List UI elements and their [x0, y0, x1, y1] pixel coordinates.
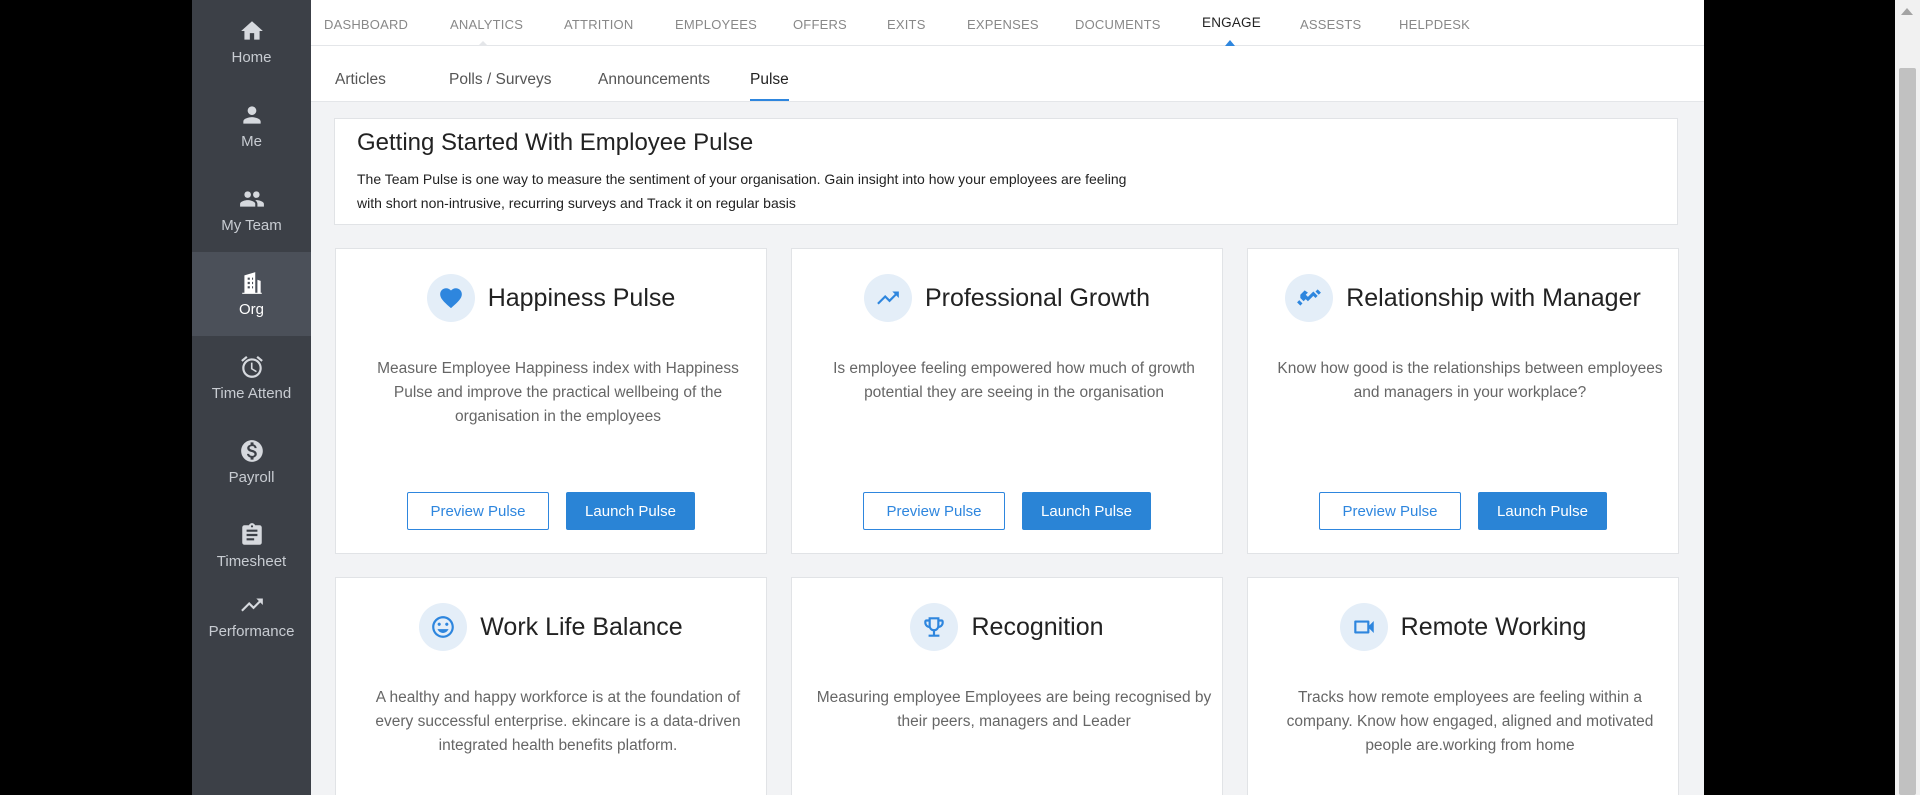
intro-panel: Getting Started With Employee Pulse The …	[334, 118, 1678, 225]
sidebar-item-label: My Team	[221, 217, 282, 234]
card-icon-badge	[426, 274, 475, 322]
sidebar-item-time-attend[interactable]: Time Attend	[192, 336, 311, 420]
launch-pulse-button[interactable]: Launch Pulse	[1478, 492, 1607, 530]
alarm-clock-icon	[240, 355, 263, 378]
pulse-card-work-life-balance: Work Life Balance A healthy and happy wo…	[335, 577, 767, 795]
smiley-icon	[432, 616, 455, 638]
tab-assests[interactable]: ASSESTS	[1300, 0, 1361, 45]
sidebar-item-label: Home	[231, 49, 272, 66]
sidebar-item-label: Time Attend	[211, 385, 292, 402]
subtab-pulse[interactable]: Pulse	[750, 46, 789, 101]
subtab-polls-surveys[interactable]: Polls / Surveys	[449, 46, 552, 101]
tab-expenses[interactable]: EXPENSES	[967, 0, 1039, 45]
card-icon-badge	[419, 603, 468, 651]
intro-line-1: The Team Pulse is one way to measure the…	[357, 171, 1127, 187]
intro-description: The Team Pulse is one way to measure the…	[357, 167, 1177, 215]
intro-title: Getting Started With Employee Pulse	[357, 129, 754, 156]
sidebar-item-payroll[interactable]: Payroll	[192, 420, 311, 504]
card-description: Is employee feeling empowered how much o…	[833, 360, 1195, 401]
tab-employees[interactable]: EMPLOYEES	[675, 0, 757, 45]
sidebar-item-label: Timesheet	[216, 553, 287, 570]
card-header: Remote Working	[1248, 603, 1678, 651]
tab-label: ANALYTICS	[450, 17, 524, 32]
pulse-card-recognition: Recognition Measuring employee Employees…	[791, 577, 1223, 795]
card-title: Recognition	[971, 612, 1104, 641]
main-content: DASHBOARD ANALYTICS ATTRITION EMPLOYEES …	[311, 0, 1704, 795]
video-camera-icon	[1353, 620, 1374, 634]
dollar-icon	[240, 440, 263, 462]
pulse-card-professional-growth: Professional Growth Is employee feeling …	[791, 248, 1223, 554]
subtab-articles[interactable]: Articles	[335, 46, 386, 101]
card-title: Remote Working	[1400, 612, 1587, 641]
card-header: Professional Growth	[792, 274, 1222, 322]
scrollbar-thumb[interactable]	[1899, 68, 1916, 795]
card-title: Work Life Balance	[480, 612, 683, 641]
pulse-card-remote-working: Remote Working Tracks how remote employe…	[1247, 577, 1679, 795]
clipboard-icon	[241, 523, 262, 545]
people-icon	[239, 191, 264, 207]
card-title: Professional Growth	[924, 283, 1151, 312]
tab-offers[interactable]: OFFERS	[793, 0, 847, 45]
sidebar-item-label: Org	[238, 301, 264, 318]
tab-label: ENGAGE	[1202, 15, 1261, 30]
card-description: Tracks how remote employees are feeling …	[1286, 689, 1654, 754]
sidebar-item-label: Payroll	[228, 469, 275, 486]
card-description: Know how good is the relationships betwe…	[1277, 360, 1663, 401]
trophy-icon	[924, 617, 945, 637]
preview-pulse-button[interactable]: Preview Pulse	[863, 492, 1005, 530]
tab-engage[interactable]: ENGAGE	[1202, 0, 1261, 46]
tab-dashboard[interactable]: DASHBOARD	[324, 0, 408, 45]
card-icon-badge	[1285, 274, 1334, 322]
launch-pulse-button[interactable]: Launch Pulse	[566, 492, 695, 530]
sidebar: Home Me My Team Org Time Attend Payroll …	[192, 0, 311, 795]
building-icon	[241, 272, 262, 294]
card-description: Measure Employee Happiness index with Ha…	[377, 360, 739, 425]
trending-up-icon	[877, 291, 899, 305]
sidebar-item-label: Me	[241, 133, 262, 150]
tab-documents[interactable]: DOCUMENTS	[1075, 0, 1161, 45]
intro-line-2: with short non-intrusive, recurring surv…	[357, 195, 796, 211]
top-navigation: DASHBOARD ANALYTICS ATTRITION EMPLOYEES …	[311, 0, 1704, 46]
card-title: Happiness Pulse	[487, 283, 676, 312]
home-icon	[240, 21, 263, 40]
scroll-up-arrow-icon[interactable]	[1901, 8, 1913, 15]
sub-navigation: Articles Polls / Surveys Announcements P…	[311, 46, 1704, 102]
sidebar-item-performance[interactable]: Performance	[192, 574, 311, 658]
preview-pulse-button[interactable]: Preview Pulse	[407, 492, 549, 530]
card-description: Measuring employee Employees are being r…	[816, 689, 1212, 730]
card-title: Relationship with Manager	[1346, 283, 1641, 312]
trending-up-icon	[240, 598, 263, 612]
card-icon-badge	[910, 603, 959, 651]
sidebar-item-me[interactable]: Me	[192, 84, 311, 168]
card-header: Work Life Balance	[336, 603, 766, 651]
tab-exits[interactable]: EXITS	[887, 0, 926, 45]
tab-helpdesk[interactable]: HELPDESK	[1399, 0, 1470, 45]
person-icon	[242, 106, 261, 124]
sidebar-item-label: Performance	[208, 623, 295, 640]
card-header: Relationship with Manager	[1248, 274, 1678, 322]
card-header: Recognition	[792, 603, 1222, 651]
preview-pulse-button[interactable]: Preview Pulse	[1319, 492, 1461, 530]
handshake-icon	[1297, 289, 1322, 306]
pulse-card-relationship-manager: Relationship with Manager Know how good …	[1247, 248, 1679, 554]
heart-icon	[439, 288, 462, 309]
card-header: Happiness Pulse	[336, 274, 766, 322]
card-icon-badge	[1339, 603, 1388, 651]
sidebar-item-org[interactable]: Org	[192, 252, 311, 336]
pulse-card-happiness: Happiness Pulse Measure Employee Happine…	[335, 248, 767, 554]
sidebar-item-my-team[interactable]: My Team	[192, 168, 311, 252]
card-icon-badge	[863, 274, 912, 322]
subtab-announcements[interactable]: Announcements	[598, 46, 710, 101]
card-description: A healthy and happy workforce is at the …	[375, 689, 741, 754]
sidebar-item-home[interactable]: Home	[192, 0, 311, 84]
tab-analytics[interactable]: ANALYTICS	[450, 0, 524, 46]
tab-attrition[interactable]: ATTRITION	[564, 0, 633, 45]
launch-pulse-button[interactable]: Launch Pulse	[1022, 492, 1151, 530]
